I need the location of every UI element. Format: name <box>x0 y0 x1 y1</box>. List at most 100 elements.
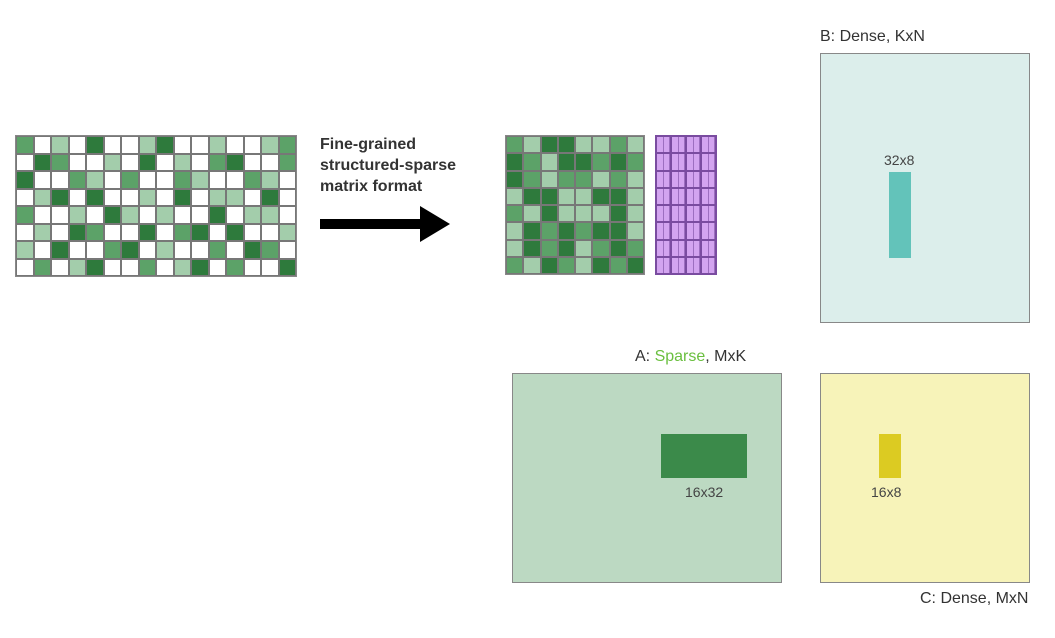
cell <box>139 224 157 242</box>
matrix-b-label: B: Dense, KxN <box>820 28 925 46</box>
cell <box>139 206 157 224</box>
cell <box>575 171 592 188</box>
cell <box>541 188 558 205</box>
cell <box>121 224 139 242</box>
cell <box>156 171 174 189</box>
cell <box>209 224 227 242</box>
cell <box>121 241 139 259</box>
cell <box>69 259 87 277</box>
cell <box>523 153 540 170</box>
cell <box>16 241 34 259</box>
cell <box>191 224 209 242</box>
cell <box>209 206 227 224</box>
cell <box>610 222 627 239</box>
index-cell <box>656 136 671 153</box>
cell <box>121 136 139 154</box>
cell <box>16 189 34 207</box>
cell <box>156 136 174 154</box>
matrix-c-label-prefix: C: Dense, <box>920 590 996 607</box>
index-cell <box>671 153 686 170</box>
matrix-c-tile <box>879 434 901 478</box>
cell <box>209 189 227 207</box>
cell <box>121 154 139 172</box>
cell <box>592 240 609 257</box>
cell <box>610 257 627 274</box>
cell <box>244 224 262 242</box>
cell <box>592 257 609 274</box>
cell <box>244 206 262 224</box>
matrix-c-label: C: Dense, MxN <box>920 590 1028 608</box>
cell <box>174 136 192 154</box>
cell <box>156 206 174 224</box>
index-cell <box>671 222 686 239</box>
cell <box>209 136 227 154</box>
cell <box>558 222 575 239</box>
cell <box>69 171 87 189</box>
index-cell <box>656 171 671 188</box>
cell <box>51 189 69 207</box>
cell <box>541 136 558 153</box>
cell <box>51 171 69 189</box>
cell <box>226 206 244 224</box>
cell <box>279 189 297 207</box>
cell <box>627 205 644 222</box>
cell <box>279 259 297 277</box>
cell <box>156 189 174 207</box>
cell <box>174 154 192 172</box>
cell <box>558 240 575 257</box>
index-cell <box>686 257 701 274</box>
sparse-matrix-grid <box>15 135 297 277</box>
cell <box>226 241 244 259</box>
cell <box>51 206 69 224</box>
cell <box>261 206 279 224</box>
matrix-b-tile <box>889 172 911 258</box>
cell <box>575 240 592 257</box>
cell <box>104 154 122 172</box>
cell <box>104 224 122 242</box>
cell <box>261 171 279 189</box>
cell <box>279 206 297 224</box>
cell <box>69 136 87 154</box>
cell <box>121 259 139 277</box>
cell <box>209 259 227 277</box>
matrix-b-label-dims: KxN <box>895 28 925 45</box>
cell <box>610 188 627 205</box>
cell <box>226 189 244 207</box>
cell <box>86 206 104 224</box>
cell <box>261 189 279 207</box>
cell <box>191 206 209 224</box>
index-cell <box>656 240 671 257</box>
cell <box>174 241 192 259</box>
index-cell <box>656 205 671 222</box>
cell <box>506 136 523 153</box>
index-cell <box>701 136 716 153</box>
cell <box>174 259 192 277</box>
cell <box>558 188 575 205</box>
cell <box>16 136 34 154</box>
cell <box>558 136 575 153</box>
cell <box>523 222 540 239</box>
cell <box>226 154 244 172</box>
cell <box>627 257 644 274</box>
cell <box>279 154 297 172</box>
cell <box>627 153 644 170</box>
cell <box>209 241 227 259</box>
index-cell <box>701 153 716 170</box>
cell <box>209 171 227 189</box>
cell <box>174 171 192 189</box>
cell <box>506 257 523 274</box>
index-cell <box>671 171 686 188</box>
cell <box>121 171 139 189</box>
cell <box>191 189 209 207</box>
cell <box>191 136 209 154</box>
cell <box>86 171 104 189</box>
cell <box>610 153 627 170</box>
index-cell <box>671 205 686 222</box>
cell <box>16 224 34 242</box>
cell <box>104 259 122 277</box>
cell <box>523 240 540 257</box>
cell <box>541 257 558 274</box>
cell <box>51 241 69 259</box>
cell <box>558 205 575 222</box>
cell <box>506 188 523 205</box>
